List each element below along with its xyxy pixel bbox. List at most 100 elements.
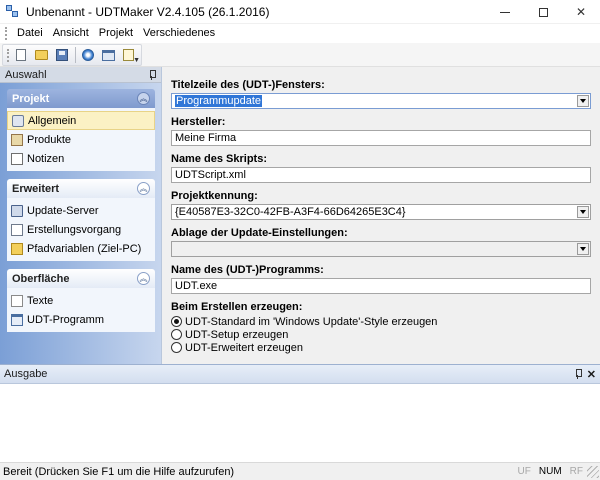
- collapse-icon[interactable]: ︽: [137, 92, 150, 105]
- output-panel: Ausgabe ✕: [0, 364, 600, 462]
- general-settings-form: Titelzeile des (UDT-)Fensters: Programmu…: [166, 67, 600, 364]
- manufacturer-value: Meine Firma: [175, 132, 237, 144]
- app-icon: [6, 4, 20, 19]
- group-title: Oberfläche: [12, 272, 70, 285]
- maximize-button[interactable]: [524, 0, 562, 24]
- field-settings-storage: Ablage der Update-Einstellungen:: [171, 226, 591, 257]
- radio-button-checked[interactable]: [171, 316, 182, 327]
- radio-udt-erweitert[interactable]: UDT-Erweitert erzeugen: [171, 341, 590, 354]
- program-name-input[interactable]: UDT.exe: [171, 278, 591, 294]
- sidebar-item-udt-programm[interactable]: UDT-Programm: [7, 310, 155, 329]
- menu-verschiedenes[interactable]: Verschiedenes: [138, 24, 220, 43]
- window-title: Unbenannt - UDTMaker V2.4.105 (26.1.2016…: [26, 4, 270, 19]
- sidebar-item-label: Texte: [27, 294, 54, 307]
- field-window-title: Titelzeile des (UDT-)Fensters: Programmu…: [171, 78, 591, 109]
- toolstrip: ▼: [2, 44, 142, 66]
- blue-orb-button[interactable]: [80, 46, 95, 64]
- note-icon: [11, 152, 23, 165]
- radio-udt-standard[interactable]: UDT-Standard im 'Windows Update'-Style e…: [171, 315, 590, 328]
- window-title-dropdown-button[interactable]: [577, 95, 589, 107]
- sidebar-item-label: UDT-Programm: [27, 313, 105, 326]
- output-close-icon[interactable]: ✕: [587, 368, 596, 381]
- radio-button[interactable]: [171, 329, 182, 340]
- group-header-erweitert[interactable]: Erweitert ︽: [7, 179, 155, 198]
- project-id-combo[interactable]: {E40587E3-32C0-42FB-A3F4-66D64265E3C4}: [171, 204, 591, 220]
- selection-panel-header: Auswahl: [0, 67, 161, 83]
- resize-grip-icon[interactable]: [587, 465, 599, 478]
- group-header-oberflaeche[interactable]: Oberfläche ︽: [7, 269, 155, 288]
- pin-icon[interactable]: [148, 69, 156, 80]
- field-script-name: Name des Skripts: UDTScript.xml: [171, 152, 591, 183]
- menu-grip[interactable]: [5, 27, 8, 40]
- maximize-icon: [538, 7, 548, 17]
- sidebar-item-label: Pfadvariablen (Ziel-PC): [27, 242, 142, 255]
- menu-projekt[interactable]: Projekt: [94, 24, 138, 43]
- sidebar-item-notizen[interactable]: Notizen: [7, 149, 155, 168]
- field-manufacturer: Hersteller: Meine Firma: [171, 115, 591, 146]
- save-icon: [55, 49, 68, 61]
- open-folder-icon: [35, 50, 49, 60]
- window-title-label: Titelzeile des (UDT-)Fensters:: [171, 79, 325, 91]
- script-name-value: UDTScript.xml: [175, 169, 246, 181]
- group-projekt: Projekt ︽ Allgemein Produkte Notizen: [7, 89, 155, 171]
- sidebar-item-label: Produkte: [27, 133, 72, 146]
- open-button[interactable]: [34, 46, 49, 64]
- output-text-area[interactable]: [0, 384, 600, 462]
- sidebar-item-allgemein[interactable]: Allgemein: [7, 111, 155, 130]
- chevron-down-icon: [580, 247, 586, 251]
- menu-datei[interactable]: Datei: [12, 24, 48, 43]
- sidebar-item-texte[interactable]: Texte: [7, 291, 155, 310]
- save-button[interactable]: [54, 46, 69, 64]
- toolbar-separator: [74, 47, 76, 63]
- folder-icon: [11, 242, 23, 255]
- settings-storage-dropdown-button[interactable]: [577, 243, 589, 255]
- collapse-icon[interactable]: ︽: [137, 272, 150, 285]
- close-button[interactable]: ✕: [562, 0, 600, 24]
- sidebar-item-update-server[interactable]: Update-Server: [7, 201, 155, 220]
- sidebar-item-produkte[interactable]: Produkte: [7, 130, 155, 149]
- menu-ansicht[interactable]: Ansicht: [48, 24, 94, 43]
- field-project-id: Projektkennung: {E40587E3-32C0-42FB-A3F4…: [171, 189, 591, 220]
- sidebar-item-erstellungsvorgang[interactable]: Erstellungsvorgang: [7, 220, 155, 239]
- minimize-button[interactable]: [486, 0, 524, 24]
- text-icon: [11, 294, 23, 307]
- window-title-combo[interactable]: Programmupdate: [171, 93, 591, 109]
- toolbar: ▼: [0, 43, 600, 67]
- project-id-value: {E40587E3-32C0-42FB-A3F4-66D64265E3C4}: [175, 206, 406, 218]
- status-bar: Bereit (Drücken Sie F1 um die Hilfe aufz…: [0, 462, 600, 480]
- program-icon: [11, 313, 23, 326]
- toolbar-overflow-icon[interactable]: ▼: [133, 57, 140, 64]
- status-indicator-rf: RF: [569, 466, 583, 477]
- window-button[interactable]: [101, 46, 116, 64]
- process-icon: [11, 223, 23, 236]
- blue-orb-icon: [81, 49, 94, 61]
- create-options-label: Beim Erstellen erzeugen:: [171, 301, 303, 313]
- script-name-label: Name des Skripts:: [171, 153, 267, 165]
- radio-button[interactable]: [171, 342, 182, 353]
- minimize-icon: [500, 11, 510, 13]
- toolbar-grip[interactable]: [7, 48, 10, 62]
- status-text: Bereit (Drücken Sie F1 um die Hilfe aufz…: [3, 465, 235, 478]
- program-name-value: UDT.exe: [175, 280, 218, 292]
- new-icon: [16, 49, 27, 61]
- field-create-options: Beim Erstellen erzeugen: UDT-Standard im…: [171, 300, 590, 354]
- group-header-projekt[interactable]: Projekt ︽: [7, 89, 155, 108]
- radio-udt-setup[interactable]: UDT-Setup erzeugen: [171, 328, 590, 341]
- group-erweitert: Erweitert ︽ Update-Server Erstellungsvor…: [7, 179, 155, 261]
- server-icon: [11, 204, 23, 217]
- gear-icon: [12, 114, 24, 127]
- script-name-input[interactable]: UDTScript.xml: [171, 167, 591, 183]
- manufacturer-input[interactable]: Meine Firma: [171, 130, 591, 146]
- sidebar-item-pfadvariablen[interactable]: Pfadvariablen (Ziel-PC): [7, 239, 155, 258]
- project-id-dropdown-button[interactable]: [577, 206, 589, 218]
- settings-storage-label: Ablage der Update-Einstellungen:: [171, 227, 348, 239]
- settings-storage-combo[interactable]: [171, 241, 591, 257]
- sidebar-item-label: Erstellungsvorgang: [27, 223, 122, 236]
- output-pin-icon[interactable]: [574, 369, 582, 379]
- sidebar-item-label: Notizen: [27, 152, 65, 165]
- sidebar-item-label: Update-Server: [27, 204, 99, 217]
- new-button[interactable]: [14, 46, 29, 64]
- collapse-icon[interactable]: ︽: [137, 182, 150, 195]
- menu-bar: Datei Ansicht Projekt Verschiedenes: [0, 24, 600, 43]
- chevron-down-icon: [580, 99, 586, 103]
